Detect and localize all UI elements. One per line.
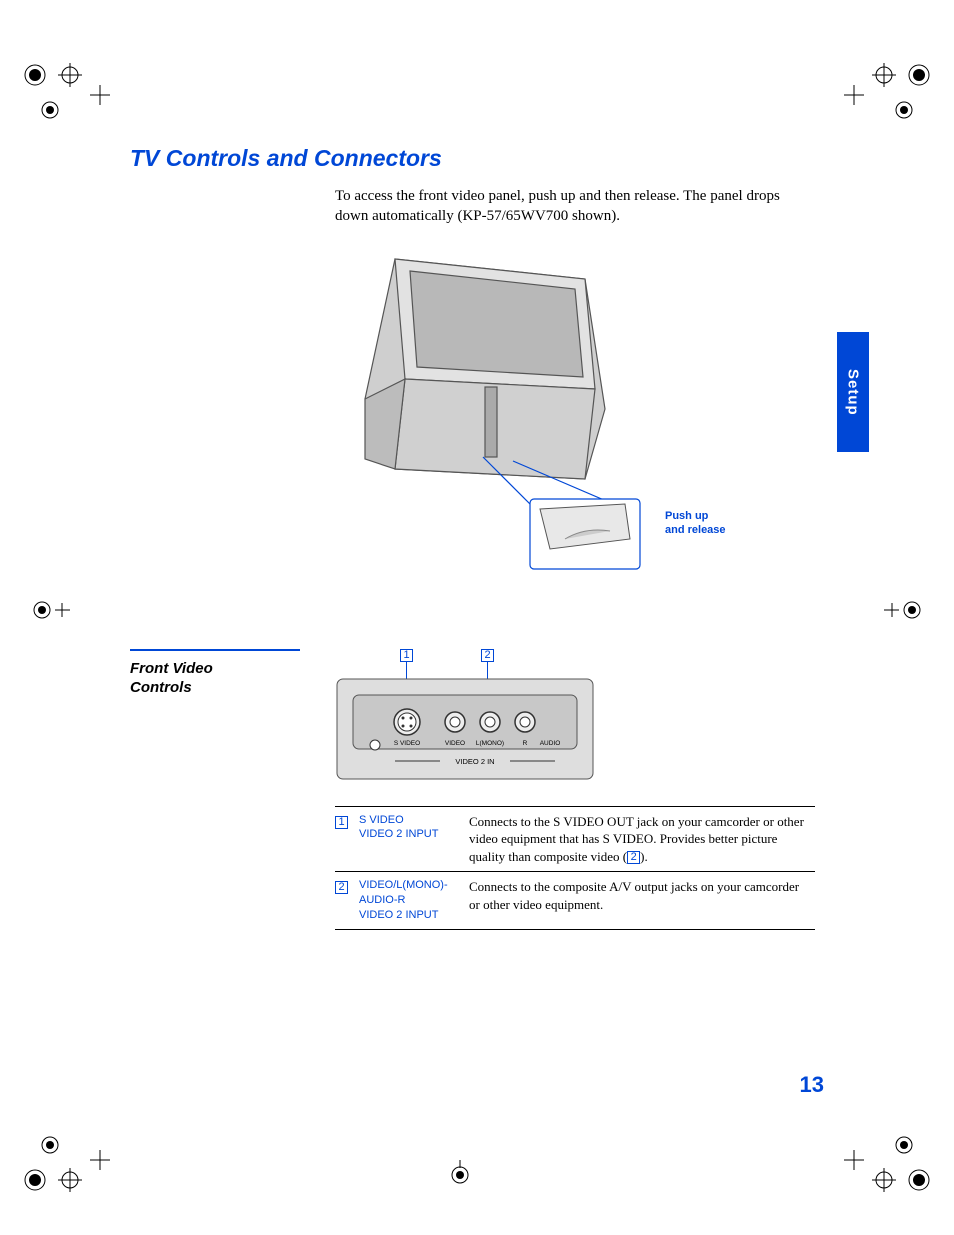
section-title: TV Controls and Connectors [130, 145, 830, 172]
side-tab-setup: Setup [837, 332, 869, 452]
connector-table: 1 S VIDEO VIDEO 2 INPUT Connects to the … [335, 806, 815, 930]
row-label-2: VIDEO/L(MONO)-AUDIO-R VIDEO 2 INPUT [359, 872, 469, 930]
crop-mark-tr [844, 60, 934, 120]
intro-paragraph: To access the front video panel, push up… [335, 186, 805, 227]
table-row: 1 S VIDEO VIDEO 2 INPUT Connects to the … [335, 806, 815, 872]
row-num-2: 2 [335, 881, 348, 894]
crop-mark-br [844, 1135, 934, 1195]
label-lmono: L(MONO) [476, 740, 504, 747]
label-video2in: VIDEO 2 IN [455, 757, 494, 766]
tv-illustration: Push up and release [335, 249, 805, 589]
table-row: 2 VIDEO/L(MONO)-AUDIO-R VIDEO 2 INPUT Co… [335, 872, 815, 930]
label-video: VIDEO [445, 740, 465, 747]
panel-callout-2: 2 [481, 649, 494, 662]
row-desc-2: Connects to the composite A/V output jac… [469, 872, 815, 930]
subsection-title: Front Video Controls [130, 659, 300, 698]
panel-callout-1: 1 [400, 649, 413, 662]
row-num-1: 1 [335, 816, 348, 829]
label-audio: AUDIO [540, 740, 561, 747]
crop-mark-ml [30, 595, 70, 625]
crop-mark-tl [20, 60, 110, 120]
page-number: 13 [800, 1072, 824, 1098]
front-panel-illustration: 1 2 [335, 649, 595, 794]
row-label-1: S VIDEO VIDEO 2 INPUT [359, 806, 469, 872]
crop-mark-bm [440, 1160, 480, 1190]
label-svideo: S VIDEO [394, 740, 420, 747]
page-content: TV Controls and Connectors To access the… [130, 145, 830, 930]
crop-mark-mr [884, 595, 924, 625]
crop-mark-bl [20, 1135, 110, 1195]
callout-push-up: Push up and release [665, 509, 726, 538]
label-r: R [523, 740, 528, 747]
row-desc-1: Connects to the S VIDEO OUT jack on your… [469, 806, 815, 872]
